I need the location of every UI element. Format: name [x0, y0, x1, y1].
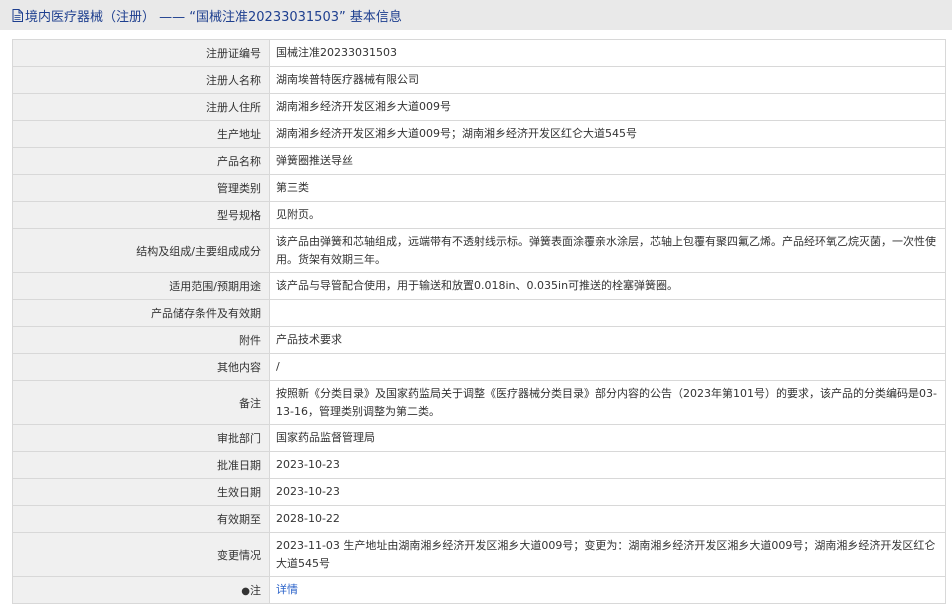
table-row: 备注 按照新《分类目录》及国家药监局关于调整《医疗器械分类目录》部分内容的公告（…	[12, 380, 946, 425]
table-row: 批准日期 2023-10-23	[12, 451, 946, 479]
row-value: /	[269, 353, 946, 381]
row-value: 2023-11-03 生产地址由湖南湘乡经济开发区湘乡大道009号；变更为：湖南…	[269, 532, 946, 577]
row-value: 国家药品监督管理局	[269, 424, 946, 452]
row-label: 备注	[12, 380, 270, 425]
note-label: 注	[250, 584, 261, 597]
details-link[interactable]: 详情	[276, 583, 298, 596]
row-label: 审批部门	[12, 424, 270, 452]
table-row: 注册人名称 湖南埃普特医疗器械有限公司	[12, 66, 946, 94]
row-value	[269, 299, 946, 327]
table-row: 审批部门 国家药品监督管理局	[12, 424, 946, 452]
info-table: 注册证编号 国械注准20233031503 注册人名称 湖南埃普特医疗器械有限公…	[12, 39, 946, 604]
row-value: 该产品与导管配合使用，用于输送和放置0.018in、0.035in可推送的栓塞弹…	[269, 272, 946, 300]
page-title: 境内医疗器械（注册） —— “国械注准20233031503” 基本信息	[25, 9, 402, 25]
row-value: 2023-10-23	[269, 451, 946, 479]
row-label: 结构及组成/主要组成成分	[12, 228, 270, 273]
row-value: 2028-10-22	[269, 505, 946, 533]
row-label: 附件	[12, 326, 270, 354]
row-label: 适用范围/预期用途	[12, 272, 270, 300]
row-value: 湖南埃普特医疗器械有限公司	[269, 66, 946, 94]
row-value: 国械注准20233031503	[269, 39, 946, 67]
row-label: 注册证编号	[12, 39, 270, 67]
note-row: ●注 详情	[12, 576, 946, 604]
row-value: 湖南湘乡经济开发区湘乡大道009号；湖南湘乡经济开发区红仑大道545号	[269, 120, 946, 148]
table-row: 生效日期 2023-10-23	[12, 478, 946, 506]
table-row: 生产地址 湖南湘乡经济开发区湘乡大道009号；湖南湘乡经济开发区红仑大道545号	[12, 120, 946, 148]
row-label: 产品名称	[12, 147, 270, 175]
row-value: 见附页。	[269, 201, 946, 229]
row-value: 弹簧圈推送导丝	[269, 147, 946, 175]
table-row: 产品储存条件及有效期	[12, 299, 946, 327]
table-row: 注册人住所 湖南湘乡经济开发区湘乡大道009号	[12, 93, 946, 121]
page-header: 境内医疗器械（注册） —— “国械注准20233031503” 基本信息	[0, 0, 952, 30]
row-label: 管理类别	[12, 174, 270, 202]
table-row: 产品名称 弹簧圈推送导丝	[12, 147, 946, 175]
table-row: 管理类别 第三类	[12, 174, 946, 202]
row-label: 变更情况	[12, 532, 270, 577]
table-row: 附件 产品技术要求	[12, 326, 946, 354]
table-row: 结构及组成/主要组成成分 该产品由弹簧和芯轴组成，远端带有不透射线示标。弹簧表面…	[12, 228, 946, 273]
table-row: 适用范围/预期用途 该产品与导管配合使用，用于输送和放置0.018in、0.03…	[12, 272, 946, 300]
row-value: 2023-10-23	[269, 478, 946, 506]
note-value-cell: 详情	[269, 576, 946, 604]
row-label: 批准日期	[12, 451, 270, 479]
row-label: 型号规格	[12, 201, 270, 229]
map-pin-icon: ●	[241, 586, 250, 597]
row-value: 产品技术要求	[269, 326, 946, 354]
table-row: 型号规格 见附页。	[12, 201, 946, 229]
row-label: 生产地址	[12, 120, 270, 148]
row-label: 有效期至	[12, 505, 270, 533]
row-value: 湖南湘乡经济开发区湘乡大道009号	[269, 93, 946, 121]
table-row: 注册证编号 国械注准20233031503	[12, 39, 946, 67]
row-label: 产品储存条件及有效期	[12, 299, 270, 327]
note-label-cell: ●注	[12, 576, 270, 604]
row-label: 注册人名称	[12, 66, 270, 94]
table-row: 其他内容 /	[12, 353, 946, 381]
table-row: 变更情况 2023-11-03 生产地址由湖南湘乡经济开发区湘乡大道009号；变…	[12, 532, 946, 577]
row-value: 按照新《分类目录》及国家药监局关于调整《医疗器械分类目录》部分内容的公告（202…	[269, 380, 946, 425]
row-value: 第三类	[269, 174, 946, 202]
document-icon	[12, 8, 23, 22]
row-value: 该产品由弹簧和芯轴组成，远端带有不透射线示标。弹簧表面涂覆亲水涂层，芯轴上包覆有…	[269, 228, 946, 273]
row-label: 注册人住所	[12, 93, 270, 121]
row-label: 生效日期	[12, 478, 270, 506]
table-row: 有效期至 2028-10-22	[12, 505, 946, 533]
row-label: 其他内容	[12, 353, 270, 381]
